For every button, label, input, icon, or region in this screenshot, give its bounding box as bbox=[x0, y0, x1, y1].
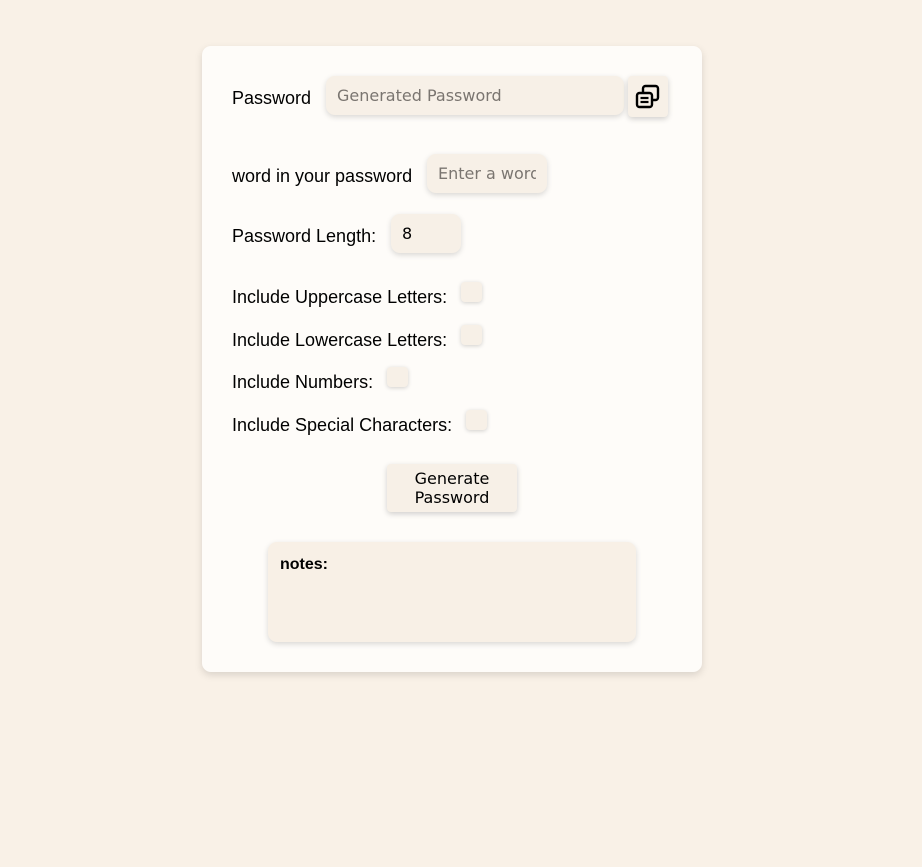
lowercase-option-label: Include Lowercase Letters: bbox=[232, 330, 448, 350]
copy-password-button[interactable] bbox=[628, 76, 668, 117]
special-characters-option-label: Include Special Characters: bbox=[232, 415, 453, 435]
special-characters-checkbox[interactable] bbox=[466, 410, 487, 430]
word-input[interactable] bbox=[427, 154, 547, 193]
password-generator-card: Password word in your password Password … bbox=[202, 46, 702, 672]
lowercase-checkbox[interactable] bbox=[461, 325, 482, 345]
numbers-option-label: Include Numbers: bbox=[232, 372, 374, 392]
password-label: Password bbox=[232, 88, 312, 108]
password-length-label: Password Length: bbox=[232, 226, 377, 246]
generate-password-button[interactable]: Generate Password bbox=[387, 464, 517, 512]
uppercase-checkbox[interactable] bbox=[461, 282, 482, 302]
numbers-checkbox[interactable] bbox=[387, 367, 408, 387]
word-label: word in your password bbox=[232, 166, 413, 186]
copy-icon bbox=[635, 84, 660, 108]
notes-title: notes: bbox=[280, 556, 328, 573]
uppercase-option-label: Include Uppercase Letters: bbox=[232, 287, 448, 307]
notes-box: notes: bbox=[268, 542, 636, 642]
password-length-input[interactable] bbox=[391, 214, 461, 253]
generated-password-field[interactable] bbox=[326, 76, 624, 115]
